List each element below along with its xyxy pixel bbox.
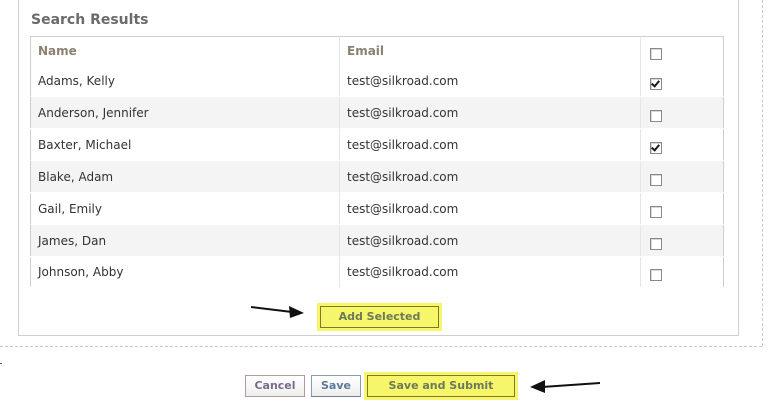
- table-body: Adams, Kelly test@silkroad.com Anderson, J…: [30, 65, 724, 288]
- row-name-cell: Anderson, Jennifer: [30, 96, 340, 129]
- row-select-cell: [640, 128, 724, 161]
- column-header-name: Name: [38, 44, 77, 58]
- row-select-checkbox[interactable]: [650, 269, 662, 281]
- table-row: Gail, Emily test@silkroad.com: [30, 192, 724, 225]
- row-select-checkbox[interactable]: [650, 109, 662, 122]
- row-select-cell: [640, 256, 724, 288]
- save-and-submit-button[interactable]: Save and Submit: [367, 375, 515, 397]
- row-select-checkbox[interactable]: [650, 237, 662, 250]
- row-email-cell: test@silkroad.com: [339, 256, 641, 288]
- row-select-cell: [640, 160, 724, 193]
- right-pointing-arrow-icon: [250, 306, 304, 318]
- cancel-button[interactable]: Cancel: [245, 375, 305, 397]
- table-row: Adams, Kelly test@silkroad.com: [30, 65, 724, 97]
- table-row: Blake, Adam test@silkroad.com: [30, 160, 724, 193]
- save-button[interactable]: Save: [311, 375, 361, 397]
- table-row: James, Dan test@silkroad.com: [30, 224, 724, 257]
- row-email-cell: test@silkroad.com: [339, 192, 641, 225]
- column-header-select-all: [640, 36, 724, 65]
- section-title: Search Results: [31, 12, 149, 28]
- row-name-cell: Baxter, Michael: [30, 128, 340, 161]
- left-pointing-arrow-icon: [530, 380, 601, 393]
- row-name-cell: James, Dan: [30, 224, 340, 257]
- row-select-cell: [640, 96, 724, 129]
- row-select-checkbox[interactable]: [650, 173, 662, 186]
- row-select-cell: [640, 192, 724, 225]
- page: Search Results Name Email Adams, Kelly te…: [0, 0, 774, 413]
- row-email-cell: test@silkroad.com: [339, 160, 641, 193]
- row-name-cell: Johnson, Abby: [30, 256, 340, 288]
- table-row: Baxter, Michael test@silkroad.com: [30, 128, 724, 161]
- row-name-cell: Blake, Adam: [30, 160, 340, 193]
- search-results-table: Name Email Adams, Kelly test@silkroad.com…: [30, 36, 724, 288]
- table-row: Johnson, Abby test@silkroad.com: [30, 256, 724, 288]
- row-email-cell: test@silkroad.com: [339, 96, 641, 129]
- row-email-cell: test@silkroad.com: [339, 65, 641, 97]
- row-email-cell: test@silkroad.com: [339, 224, 641, 257]
- select-all-checkbox[interactable]: [650, 48, 662, 60]
- row-name-cell: Gail, Emily: [30, 192, 340, 225]
- row-select-checkbox[interactable]: [650, 77, 662, 90]
- row-select-checkbox[interactable]: [650, 141, 662, 154]
- table-row: Anderson, Jennifer test@silkroad.com: [30, 96, 724, 129]
- edge-tick-mark: [0, 363, 2, 364]
- table-header-row: Name Email: [31, 36, 724, 65]
- row-email-cell: test@silkroad.com: [339, 128, 641, 161]
- row-select-cell: [640, 65, 724, 97]
- add-selected-button[interactable]: Add Selected: [320, 306, 439, 328]
- row-name-cell: Adams, Kelly: [30, 65, 340, 97]
- outer-frame-bottom-border: [0, 346, 762, 347]
- column-header-email: Email: [339, 36, 641, 65]
- row-select-cell: [640, 224, 724, 257]
- row-select-checkbox[interactable]: [650, 205, 662, 218]
- outer-frame-right-border: [762, 0, 763, 346]
